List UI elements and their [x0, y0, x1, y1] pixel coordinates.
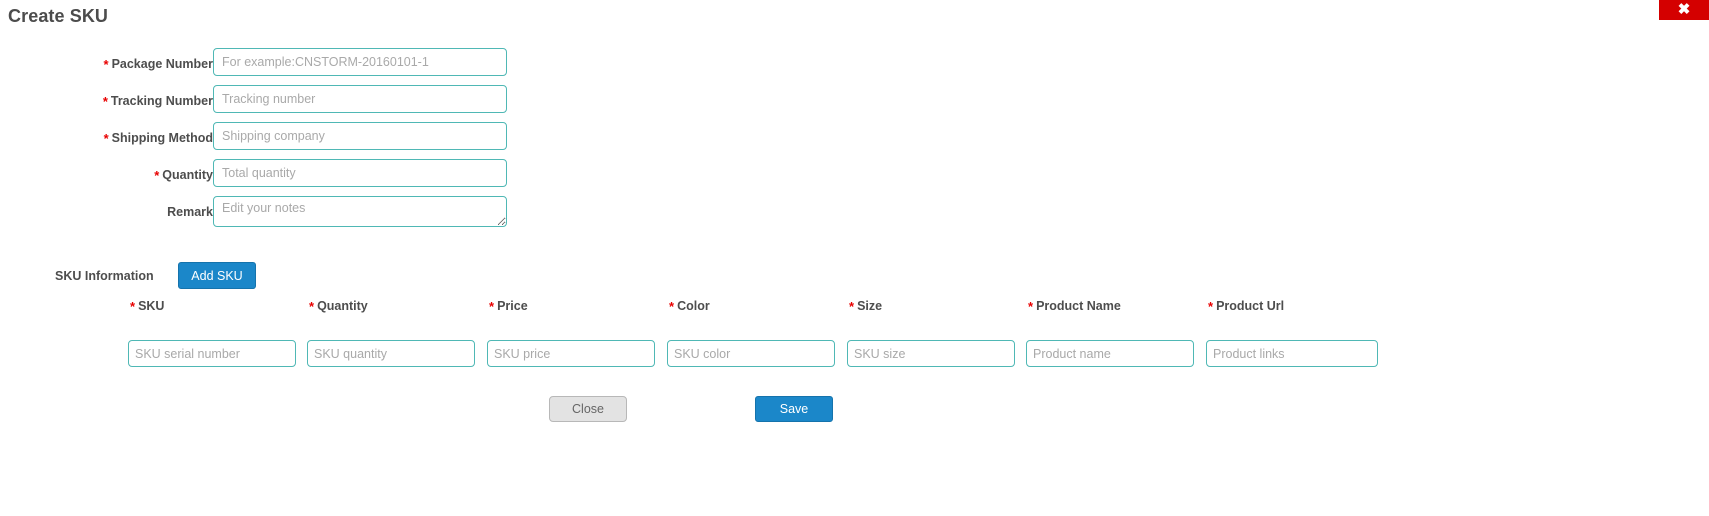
- required-marker: *: [1028, 299, 1034, 314]
- required-marker: *: [1208, 299, 1214, 314]
- sku-column-header-text: Product Url: [1216, 299, 1285, 313]
- package-number-input[interactable]: [213, 48, 507, 76]
- tracking-number-input[interactable]: [213, 85, 507, 113]
- sku-quantity-input[interactable]: [307, 340, 475, 367]
- label-text: Quantity: [162, 168, 213, 182]
- dialog-title-bar: Create SKU ✖: [0, 0, 1709, 36]
- sku-column: * Size: [847, 299, 1015, 367]
- required-marker: *: [130, 299, 136, 314]
- sku-column-header-sku: * SKU: [128, 299, 296, 317]
- required-marker: *: [669, 299, 675, 314]
- form-row: * Tracking Number: [0, 85, 1709, 121]
- form-label-quantity: * Quantity: [0, 168, 213, 183]
- label-text: Tracking Number: [110, 94, 213, 108]
- form-label-shipping-method: * Shipping Method: [0, 131, 213, 146]
- sku-column-header-size: * Size: [847, 299, 1015, 317]
- sku-column: * Color: [667, 299, 835, 367]
- sku-column-header-text: Product Name: [1036, 299, 1121, 313]
- form-row: * Package Number: [0, 48, 1709, 84]
- sku-table: *SKU*Quantity*Price*Color*Size*Product N…: [0, 299, 1709, 369]
- sku-column-header-price: * Price: [487, 299, 655, 317]
- page-title: Create SKU: [8, 6, 109, 26]
- shipment-form: *Package Number*Tracking Number*Shipping…: [0, 48, 1709, 233]
- form-row: * Shipping Method: [0, 122, 1709, 158]
- form-row: Remark: [0, 196, 1709, 232]
- sku-column: * Product Url: [1206, 299, 1378, 367]
- form-label-tracking-number: * Tracking Number: [0, 94, 213, 109]
- sku-column: * Product Name: [1026, 299, 1194, 367]
- sku-column-header-text: Size: [857, 299, 883, 313]
- required-marker: *: [489, 299, 495, 314]
- required-marker: *: [103, 57, 109, 72]
- quantity-input[interactable]: [213, 159, 507, 187]
- sku-column-header-text: Color: [677, 299, 710, 313]
- sku-column: * Quantity: [307, 299, 475, 367]
- close-x-icon[interactable]: ✖: [1659, 0, 1709, 20]
- save-button[interactable]: Save: [755, 396, 833, 422]
- sku-product-url-input[interactable]: [1206, 340, 1378, 367]
- remark-input[interactable]: [213, 196, 507, 227]
- create-sku-dialog: Create SKU ✖ *Package Number*Tracking Nu…: [0, 0, 1709, 516]
- sku-column-header-product-url: * Product Url: [1206, 299, 1378, 317]
- add-sku-button[interactable]: Add SKU: [178, 262, 256, 289]
- shipping-method-input[interactable]: [213, 122, 507, 150]
- sku-price-input[interactable]: [487, 340, 655, 367]
- label-text: Shipping Method: [111, 131, 213, 145]
- sku-column: * SKU: [128, 299, 296, 367]
- sku-column-header-text: Quantity: [317, 299, 368, 313]
- sku-column-header-text: Price: [497, 299, 528, 313]
- form-row: * Quantity: [0, 159, 1709, 195]
- required-marker: *: [309, 299, 315, 314]
- form-label-package-number: * Package Number: [0, 57, 214, 72]
- form-label-remark: Remark: [0, 205, 213, 219]
- sku-product-name-input[interactable]: [1026, 340, 1194, 367]
- sku-information-label: SKU Information: [55, 269, 154, 283]
- sku-color-input[interactable]: [667, 340, 835, 367]
- required-marker: *: [849, 299, 855, 314]
- sku-size-input[interactable]: [847, 340, 1015, 367]
- sku-sku-input[interactable]: [128, 340, 296, 367]
- sku-column-header-quantity: * Quantity: [307, 299, 475, 317]
- sku-column-header-product-name: * Product Name: [1026, 299, 1194, 317]
- label-text: Package Number: [111, 57, 213, 71]
- required-marker: *: [102, 94, 108, 109]
- required-marker: *: [154, 168, 160, 183]
- label-text: Remark: [167, 205, 213, 219]
- sku-column-header-color: * Color: [667, 299, 835, 317]
- close-button[interactable]: Close: [549, 396, 627, 422]
- sku-column-header-text: SKU: [138, 299, 165, 313]
- sku-column: * Price: [487, 299, 655, 367]
- required-marker: *: [103, 131, 109, 146]
- dialog-footer: Close Save: [0, 396, 1709, 436]
